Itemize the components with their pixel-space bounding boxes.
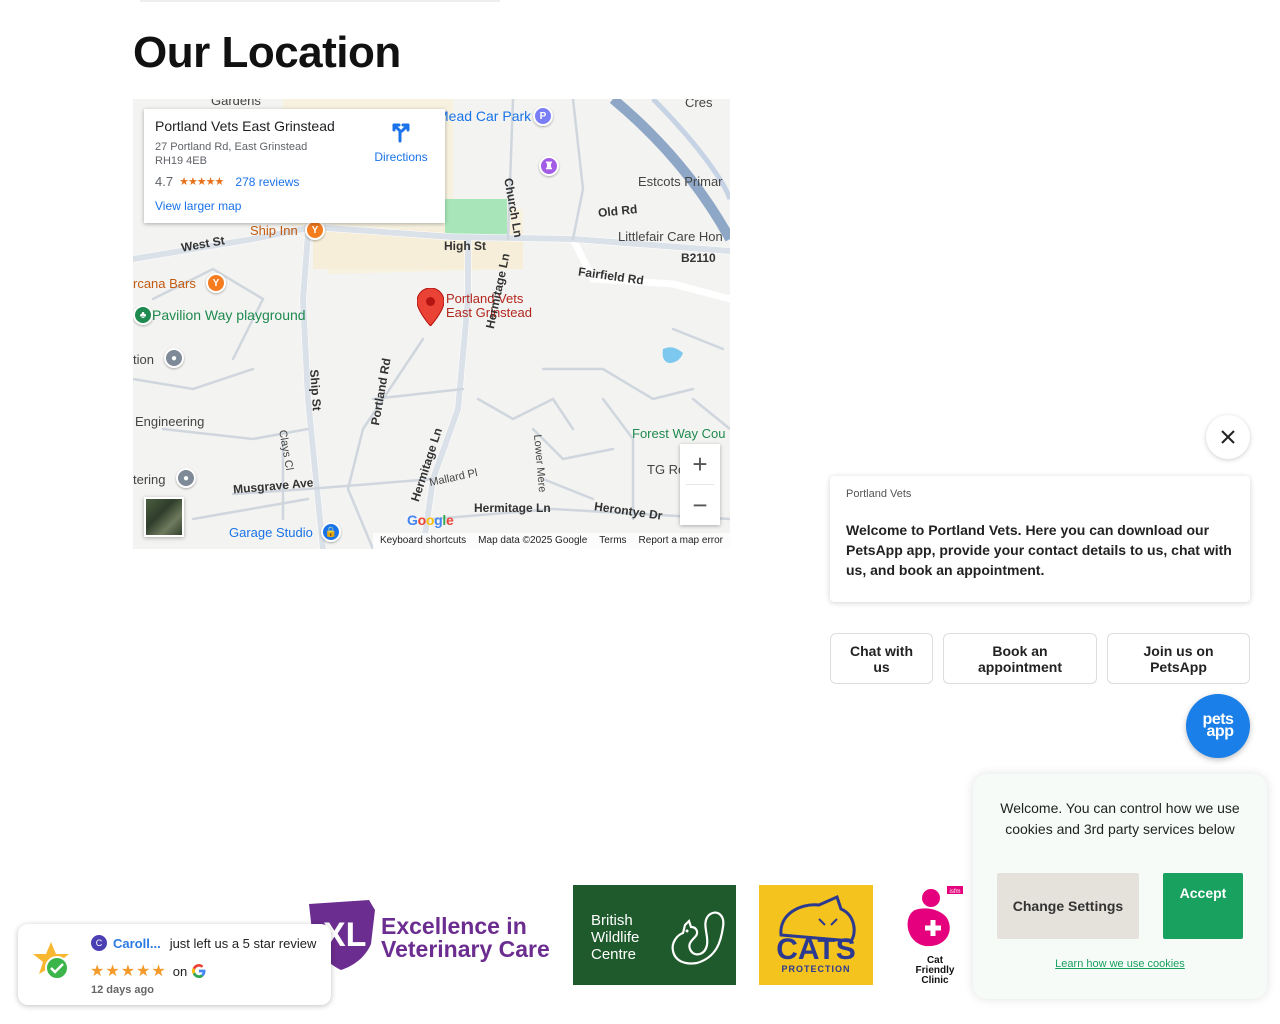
xl-shield-icon: XL Excellence in Veterinary Care <box>309 900 550 970</box>
page: Our Location Gardens Mead Car Park Cres … <box>0 0 1280 1024</box>
place-icon[interactable]: ● <box>164 348 184 368</box>
reviewer-line: C Caroll... just left us a 5 star review <box>91 935 316 951</box>
place-rating: 4.7 ★★★★★ 278 reviews <box>155 174 434 189</box>
map-label: rcana Bars <box>133 276 196 291</box>
cats-protection-logo: CATS PROTECTION <box>759 885 873 985</box>
reviewer-name: Caroll... <box>113 935 161 951</box>
map-label: Mead Car Park <box>437 108 532 124</box>
learn-cookies-link[interactable]: Learn how we use cookies <box>973 958 1267 970</box>
map-label: Forest Way Cou <box>632 426 726 441</box>
map-attribution: Keyboard shortcuts Map data ©2025 Google… <box>373 533 730 549</box>
view-larger-map-link[interactable]: View larger map <box>155 199 241 213</box>
satellite-toggle-button[interactable] <box>144 497 184 537</box>
map-label: Cres <box>685 99 713 110</box>
map-label: Gardens <box>211 99 261 108</box>
change-settings-button[interactable]: Change Settings <box>997 873 1139 939</box>
cat-icon: CATS PROTECTION <box>776 894 856 974</box>
map-label: Pavilion Way playground <box>152 307 306 323</box>
directions-button[interactable]: Directions <box>371 121 431 164</box>
place-address: 27 Portland Rd, East Grinstead RH19 4EB <box>155 141 308 167</box>
map-label: Littlefair Care Hon <box>618 229 723 244</box>
cookie-text: Welcome. You can control how we use cook… <box>1000 800 1240 837</box>
review-notification[interactable]: C Caroll... just left us a 5 star review… <box>18 924 331 1005</box>
map-label: B2110 <box>681 251 716 265</box>
chat-with-us-button[interactable]: Chat with us <box>830 633 933 684</box>
keyboard-shortcuts-link[interactable]: Keyboard shortcuts <box>380 535 466 549</box>
map-info-card: Portland Vets East Grinstead 27 Portland… <box>144 109 445 223</box>
book-appointment-button[interactable]: Book an appointment <box>943 633 1097 684</box>
rating-value: 4.7 <box>155 174 174 189</box>
star-rating-icon: ★★★★★ <box>90 963 167 980</box>
map-label: Ship St <box>307 369 324 412</box>
svg-text:isfm: isfm <box>950 889 961 895</box>
terms-link[interactable]: Terms <box>599 535 626 549</box>
map-data-text: Map data ©2025 Google <box>478 535 588 546</box>
join-petsapp-button[interactable]: Join us on PetsApp <box>1107 633 1250 684</box>
rating-stars-icon: ★★★★★ <box>179 176 224 188</box>
british-wildlife-centre-logo: British Wildlife Centre <box>573 885 736 985</box>
review-time: 12 days ago <box>91 984 154 996</box>
divider <box>140 0 500 2</box>
xl-excellence-logo: XL Excellence in Veterinary Care <box>309 900 550 970</box>
zoom-out-button[interactable]: − <box>680 485 720 525</box>
embedded-map[interactable]: Gardens Mead Car Park Cres Estcots Prima… <box>133 99 730 549</box>
avatar: C <box>91 935 107 951</box>
verified-badge-icon <box>33 942 69 980</box>
svg-text:PROTECTION: PROTECTION <box>781 964 850 974</box>
reviews-link[interactable]: 278 reviews <box>235 175 299 189</box>
cat-friendly-clinic-logo: isfm Cat Friendly Clinic <box>895 884 965 986</box>
page-title: Our Location <box>133 28 401 77</box>
map-label: High St <box>444 239 486 253</box>
zoom-in-button[interactable]: + <box>680 444 720 484</box>
chat-sender: Portland Vets <box>846 488 912 500</box>
map-label: Estcots Primar <box>638 174 723 189</box>
place-icon[interactable]: ● <box>176 468 196 488</box>
map-label: Hermitage Ln <box>474 501 551 515</box>
shop-icon[interactable]: 🔒 <box>321 522 341 542</box>
map-label: Engineering <box>135 414 205 429</box>
map-label: Garage Studio <box>229 525 313 540</box>
cat-friendly-icon: isfm Cat Friendly Clinic <box>907 886 963 986</box>
review-text: just left us a 5 star review <box>169 935 317 951</box>
google-icon <box>192 964 206 978</box>
map-label: tering <box>133 472 166 487</box>
squirrel-icon <box>671 911 725 965</box>
close-chat-button[interactable] <box>1206 415 1250 459</box>
bar-icon[interactable]: Y <box>206 273 226 293</box>
directions-icon <box>392 123 410 143</box>
accept-button[interactable]: Accept <box>1163 873 1243 939</box>
chat-message-card: Portland Vets Welcome to Portland Vets. … <box>830 476 1250 602</box>
zoom-controls: + − <box>680 444 720 525</box>
close-icon <box>1221 430 1235 444</box>
report-error-link[interactable]: Report a map error <box>639 535 723 549</box>
park-icon[interactable]: ♣ <box>133 305 153 325</box>
attraction-icon[interactable]: ♜ <box>539 156 559 176</box>
review-stars: ★★★★★ on <box>90 961 207 981</box>
google-logo: Google <box>407 512 454 528</box>
map-label: tion <box>133 352 154 367</box>
review-on-text: on <box>172 963 188 979</box>
svg-text:CATS: CATS <box>776 933 855 966</box>
location-marker-icon[interactable] <box>417 288 444 326</box>
pub-icon[interactable]: Y <box>305 220 325 240</box>
svg-text:Clinic: Clinic <box>921 975 949 986</box>
svg-text:Veterinary Care: Veterinary Care <box>381 936 549 962</box>
petsapp-launcher-button[interactable]: pets app <box>1186 694 1250 758</box>
cookie-banner: Welcome. You can control how we use cook… <box>973 774 1267 999</box>
chat-message: Welcome to Portland Vets. Here you can d… <box>846 522 1232 578</box>
parking-icon[interactable]: P <box>533 106 553 126</box>
map-label: Ship Inn <box>250 223 298 238</box>
